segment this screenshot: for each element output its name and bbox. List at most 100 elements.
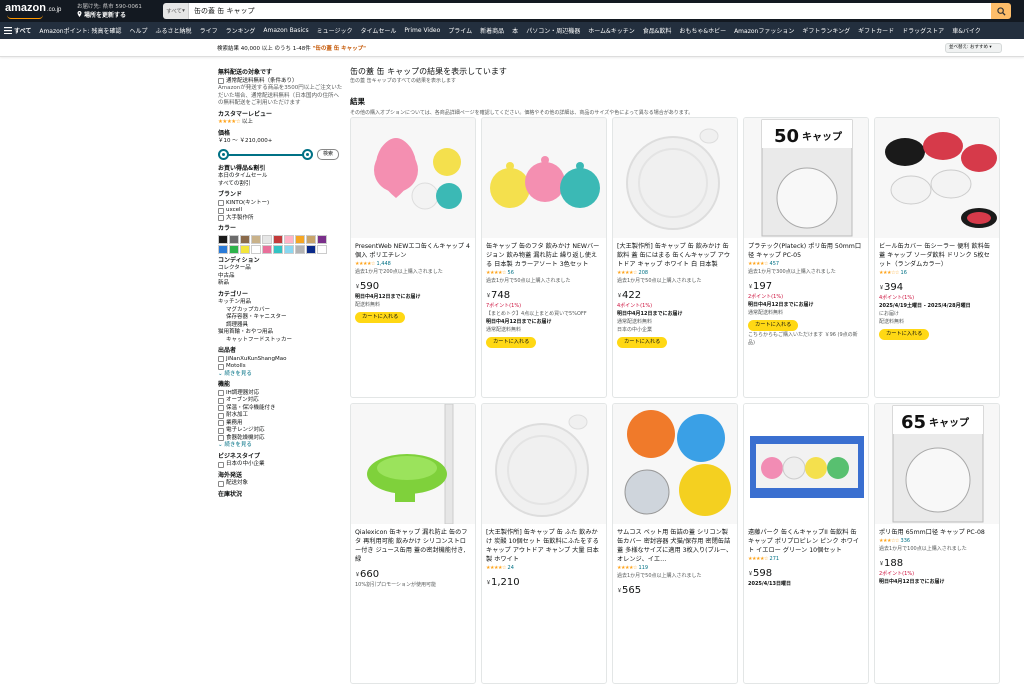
feature-checkbox[interactable]: 耐水加工	[218, 412, 343, 420]
subnav-item[interactable]: 新着商品	[476, 26, 508, 35]
add-to-cart-button[interactable]: カートに入れる	[748, 320, 799, 331]
color-swatch[interactable]	[317, 234, 327, 244]
free-ship-checkbox[interactable]: 通常配送料無料（条件あり）	[218, 78, 343, 86]
price-slider[interactable]: 検索	[218, 148, 343, 162]
color-swatch[interactable]	[218, 234, 228, 244]
category-link[interactable]: キッチン用品	[218, 299, 343, 307]
search-button[interactable]	[991, 3, 1011, 19]
product-rating[interactable]: ★★★☆☆ 16	[879, 269, 995, 277]
color-swatch[interactable]	[306, 244, 316, 254]
product-rating[interactable]: ★★★★☆ 457	[748, 260, 864, 268]
overseas-checkbox[interactable]: 配送対象	[218, 480, 343, 488]
subnav-item[interactable]: 食品&飲料	[639, 26, 676, 35]
feature-checkbox[interactable]: 保温・保冷機能付き	[218, 405, 343, 413]
color-swatch[interactable]	[306, 234, 316, 244]
subnav-item[interactable]: パソコン・周辺機器	[522, 26, 584, 35]
all-results-link[interactable]: 缶の蓋 缶キャップのすべての結果を表示します	[350, 77, 1020, 84]
color-swatch[interactable]	[240, 244, 250, 254]
category-link[interactable]: 猫用首輪・おやつ用品	[218, 329, 343, 337]
product-image[interactable]	[351, 118, 475, 238]
product-rating[interactable]: ★★★★☆ 271	[748, 555, 864, 563]
color-swatch[interactable]	[317, 244, 327, 254]
subnav-item[interactable]: ランキング	[222, 26, 260, 35]
feature-checkbox[interactable]: 食器乾燥機対応	[218, 435, 343, 443]
subnav-item[interactable]: Amazonポイント: 残高を確認	[35, 26, 125, 35]
product-title[interactable]: ポリ缶用 65mm口径 キャップ PC-08	[879, 528, 995, 537]
product-title[interactable]: ビール缶カバー 缶シーラー 便利 飲料缶 蓋 キャップ ソーダ飲料 ドリンク 5…	[879, 242, 995, 269]
product-card[interactable]: 缶キャップ 缶のフタ 飲みかけ NEWバージョン 飲み物蓋 漏れ防止 繰り返し使…	[481, 117, 607, 398]
price-go-button[interactable]: 検索	[317, 148, 339, 160]
maker-checkbox[interactable]: Motolls	[218, 363, 343, 371]
product-title[interactable]: サムコス ペット用 缶詰の蓋 シリコン製 缶カバー 密封容器 犬猫/保存用 密閉…	[617, 528, 733, 564]
product-title[interactable]: PresentWeb NEWエコ缶くんキャップ 4個入 ポリエチレン	[355, 242, 471, 260]
subnav-item[interactable]: おもちゃ&ホビー	[675, 26, 730, 35]
product-card[interactable]: PresentWeb NEWエコ缶くんキャップ 4個入 ポリエチレン ★★★★☆…	[350, 117, 476, 398]
product-rating[interactable]: ★★★★☆ 56	[486, 269, 602, 277]
product-title[interactable]: [大王製作所] 缶キャップ 缶 飲みかけ 缶飲料 蓋 缶にはまる 缶くんキャップ…	[617, 242, 733, 269]
deal-link[interactable]: すべての割引	[218, 181, 343, 189]
add-to-cart-button[interactable]: カートに入れる	[486, 337, 537, 348]
subnav-item[interactable]: ヘルプ	[126, 26, 152, 35]
subnav-item[interactable]: ミュージック	[313, 26, 357, 35]
amazon-logo[interactable]: amazon.co.jp	[5, 1, 67, 21]
product-image[interactable]: 50 キャップ	[744, 118, 868, 238]
subnav-item[interactable]: ホーム&キッチン	[584, 26, 639, 35]
feature-checkbox[interactable]: IH調理器対応	[218, 390, 343, 398]
color-swatch[interactable]	[262, 234, 272, 244]
product-image[interactable]	[875, 118, 999, 238]
subnav-item[interactable]: ふるさと納税	[152, 26, 196, 35]
brand-checkbox[interactable]: KINTO(キントー)	[218, 200, 343, 208]
business-checkbox[interactable]: 日本の中小企業	[218, 461, 343, 469]
product-image[interactable]: 65 キャップ	[875, 404, 999, 524]
add-to-cart-button[interactable]: カートに入れる	[879, 329, 930, 340]
feature-checkbox[interactable]: 業務用	[218, 420, 343, 428]
product-card[interactable]: ビール缶カバー 缶シーラー 便利 飲料缶 蓋 キャップ ソーダ飲料 ドリンク 5…	[874, 117, 1000, 398]
product-other-offers[interactable]: こちらからもご購入いただけます ￥96 (9点の新品)	[748, 331, 864, 347]
product-image[interactable]	[351, 404, 475, 524]
add-to-cart-button[interactable]: カートに入れる	[617, 337, 668, 348]
product-card[interactable]: 遠藤パーク 缶くんキャップII 缶飲料 缶 キャップ ポリプロピレン ピンク ホ…	[743, 403, 869, 684]
condition-link[interactable]: コレクター品	[218, 265, 343, 273]
search-category-select[interactable]: すべて ▾	[163, 3, 189, 19]
product-card[interactable]: 65 キャップ ポリ缶用 65mm口径 キャップ PC-08 ★★★☆☆ 336…	[874, 403, 1000, 684]
product-image[interactable]	[613, 404, 737, 524]
deliver-to[interactable]: お届け先: 県市 590-0061 場所を更新する	[77, 3, 157, 20]
color-swatch[interactable]	[273, 244, 283, 254]
color-swatch[interactable]	[218, 244, 228, 254]
category-link[interactable]: マグカップカバー	[218, 307, 343, 315]
subnav-item[interactable]: ドラッグストア	[898, 26, 948, 35]
product-card[interactable]: サムコス ペット用 缶詰の蓋 シリコン製 缶カバー 密封容器 犬猫/保存用 密閉…	[612, 403, 738, 684]
brand-checkbox[interactable]: uxcell	[218, 207, 343, 215]
brand-checkbox[interactable]: 大手製作所	[218, 215, 343, 223]
condition-link[interactable]: 中古品	[218, 273, 343, 281]
color-swatch[interactable]	[251, 244, 261, 254]
product-image[interactable]	[482, 118, 606, 238]
condition-link[interactable]: 新品	[218, 280, 343, 288]
color-swatch[interactable]	[284, 244, 294, 254]
product-card[interactable]: Qialexicon 缶キャップ 漏れ防止 缶のフタ 再利用可能 飲みかけ シリ…	[350, 403, 476, 684]
product-rating[interactable]: ★★★★☆ 208	[617, 269, 733, 277]
product-title[interactable]: 遠藤パーク 缶くんキャップII 缶飲料 缶 キャップ ポリプロピレン ピンク ホ…	[748, 528, 864, 555]
subnav-item[interactable]: 車&バイク	[948, 26, 985, 35]
product-rating[interactable]: ★★★★☆ 24	[486, 564, 602, 572]
product-card[interactable]: [大王製作所] 缶キャップ 缶 飲みかけ 缶飲料 蓋 缶にはまる 缶くんキャップ…	[612, 117, 738, 398]
color-swatch[interactable]	[229, 244, 239, 254]
product-image[interactable]	[744, 404, 868, 524]
product-rating[interactable]: ★★★★☆ 119	[617, 564, 733, 572]
all-menu-button[interactable]: すべて	[0, 26, 35, 35]
color-swatch[interactable]	[295, 234, 305, 244]
product-card[interactable]: 50 キャップ プラテック(Plateck) ポリ缶用 50mm口径 キャップ …	[743, 117, 869, 398]
color-swatch[interactable]	[295, 244, 305, 254]
deal-link[interactable]: 本日のタイムセール	[218, 173, 343, 181]
color-swatch[interactable]	[273, 234, 283, 244]
subnav-item[interactable]: Prime Video	[400, 27, 444, 34]
slider-min-handle[interactable]	[218, 148, 229, 160]
maker-checkbox[interactable]: JiNanXuKunShangMao	[218, 356, 343, 364]
category-link[interactable]: 調理器具	[218, 322, 343, 330]
color-swatch[interactable]	[262, 244, 272, 254]
subnav-item[interactable]: ギフトランキング	[798, 26, 854, 35]
see-more-link[interactable]: ⌄ 続きを見る	[218, 442, 343, 450]
product-image[interactable]	[613, 118, 737, 238]
subnav-item[interactable]: タイムセール	[356, 26, 400, 35]
add-to-cart-button[interactable]: カートに入れる	[355, 312, 406, 323]
